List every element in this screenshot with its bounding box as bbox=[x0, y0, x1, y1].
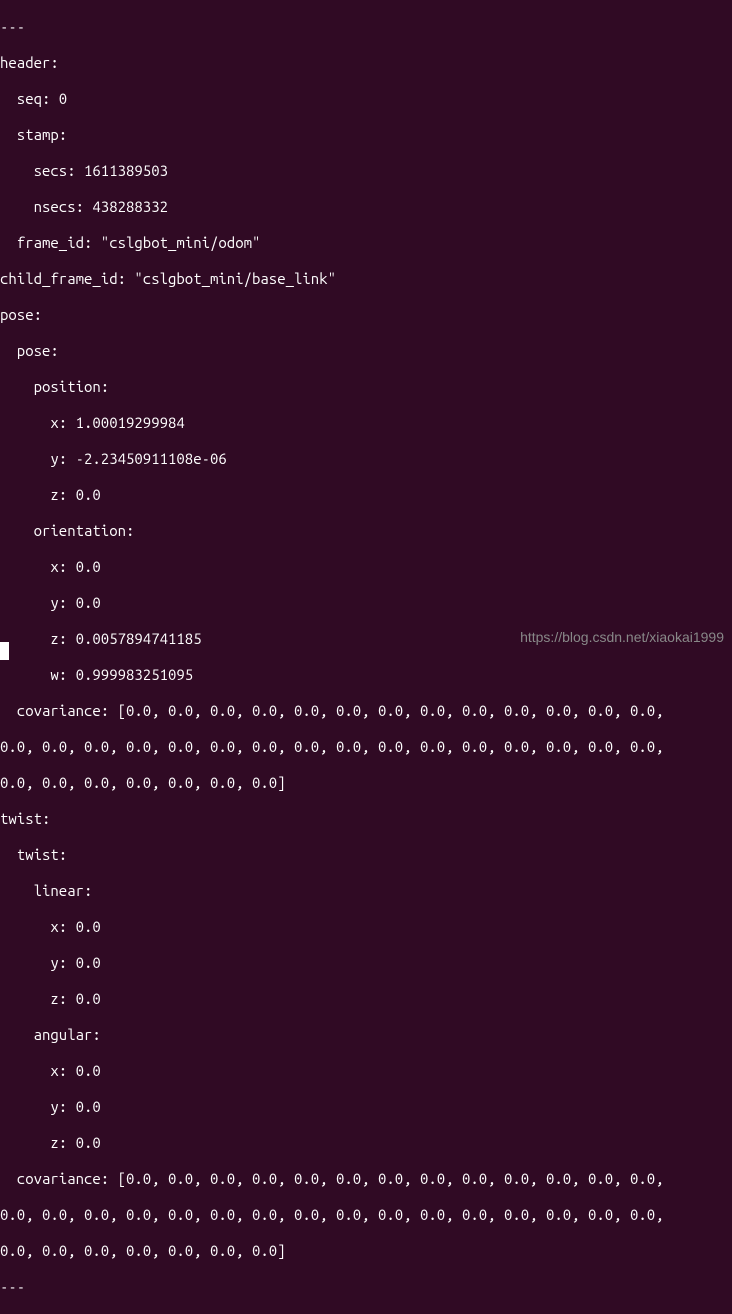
output-line: z: 0.0 bbox=[0, 1134, 732, 1152]
output-line: header: bbox=[0, 54, 732, 72]
output-line: x: 1.00019299984 bbox=[0, 414, 732, 432]
output-line: pose: bbox=[0, 306, 732, 324]
output-line: twist: bbox=[0, 846, 732, 864]
output-line: secs: 1611389503 bbox=[0, 162, 732, 180]
output-line: twist: bbox=[0, 810, 732, 828]
terminal-output: --- header: seq: 0 stamp: secs: 16113895… bbox=[0, 0, 732, 1314]
output-line: z: 0.0 bbox=[0, 486, 732, 504]
output-line: y: 0.0 bbox=[0, 954, 732, 972]
output-line: x: 0.0 bbox=[0, 1062, 732, 1080]
terminal-cursor[interactable] bbox=[0, 642, 9, 660]
output-line: 0.0, 0.0, 0.0, 0.0, 0.0, 0.0, 0.0, 0.0, … bbox=[0, 738, 732, 756]
output-line: w: 0.999983251095 bbox=[0, 666, 732, 684]
output-line: x: 0.0 bbox=[0, 918, 732, 936]
output-line: orientation: bbox=[0, 522, 732, 540]
output-line: 0.0, 0.0, 0.0, 0.0, 0.0, 0.0, 0.0, 0.0, … bbox=[0, 1206, 732, 1224]
output-line: angular: bbox=[0, 1026, 732, 1044]
output-line: frame_id: "cslgbot_mini/odom" bbox=[0, 234, 732, 252]
watermark-text: https://blog.csdn.net/xiaokai1999 bbox=[520, 628, 724, 646]
output-line: y: 0.0 bbox=[0, 1098, 732, 1116]
output-line: position: bbox=[0, 378, 732, 396]
output-line: z: 0.0 bbox=[0, 990, 732, 1008]
output-line: nsecs: 438288332 bbox=[0, 198, 732, 216]
output-line: y: 0.0 bbox=[0, 594, 732, 612]
output-line: pose: bbox=[0, 342, 732, 360]
output-line: --- bbox=[0, 18, 732, 36]
output-line: child_frame_id: "cslgbot_mini/base_link" bbox=[0, 270, 732, 288]
output-line: covariance: [0.0, 0.0, 0.0, 0.0, 0.0, 0.… bbox=[0, 702, 732, 720]
output-line: --- bbox=[0, 1278, 732, 1296]
output-line: y: -2.23450911108e-06 bbox=[0, 450, 732, 468]
output-line: seq: 0 bbox=[0, 90, 732, 108]
output-line: stamp: bbox=[0, 126, 732, 144]
output-line: 0.0, 0.0, 0.0, 0.0, 0.0, 0.0, 0.0] bbox=[0, 774, 732, 792]
output-line: 0.0, 0.0, 0.0, 0.0, 0.0, 0.0, 0.0] bbox=[0, 1242, 732, 1260]
output-line: linear: bbox=[0, 882, 732, 900]
output-line: covariance: [0.0, 0.0, 0.0, 0.0, 0.0, 0.… bbox=[0, 1170, 732, 1188]
output-line: x: 0.0 bbox=[0, 558, 732, 576]
